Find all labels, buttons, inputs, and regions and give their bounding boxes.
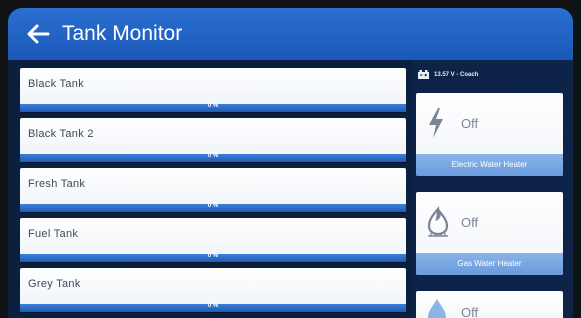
electric-water-heater-card[interactable]: Off Electric Water Heater	[416, 93, 563, 176]
battery-icon	[418, 70, 429, 79]
tank-level-bar: 0 %	[20, 153, 406, 162]
tank-level-text: 0 %	[207, 153, 219, 159]
tank-name: Black Tank	[28, 78, 84, 90]
tank-name: Fresh Tank	[28, 178, 86, 190]
tank-level-bar: 0 %	[20, 203, 406, 212]
tank-name: Grey Tank	[28, 278, 81, 290]
side-panel: 13.57 V - Coach Off Electric Water Heate…	[412, 60, 573, 318]
arrow-left-icon	[27, 24, 50, 44]
battery-voltage: 13.57 V - Coach	[434, 71, 479, 78]
heater-state: Off	[461, 305, 479, 318]
page-title: Tank Monitor	[62, 22, 183, 45]
tank-level-text: 0 %	[207, 203, 219, 209]
tank-level-bar: 0 %	[20, 253, 406, 262]
tank-list: Black Tank 0 % Black Tank 2 0 % Fresh Ta…	[20, 68, 406, 318]
water-drop-icon	[428, 299, 446, 318]
heater-state: Off	[461, 215, 479, 230]
tank-row[interactable]: Fresh Tank 0 %	[20, 168, 406, 212]
tank-level-bar: 0 %	[20, 303, 406, 312]
back-button[interactable]	[18, 14, 58, 54]
header-bar: Tank Monitor	[8, 8, 573, 60]
tank-row[interactable]: Fuel Tank 0 %	[20, 218, 406, 262]
battery-status: 13.57 V - Coach	[418, 70, 478, 79]
tank-level-text: 0 %	[207, 253, 219, 259]
tank-level-text: 0 %	[207, 103, 219, 109]
heater-label: Electric Water Heater	[416, 154, 563, 176]
lightning-icon	[429, 108, 443, 138]
tank-row[interactable]: Black Tank 2 0 %	[20, 118, 406, 162]
water-pump-card[interactable]: Off	[416, 291, 563, 318]
gas-water-heater-card[interactable]: Off Gas Water Heater	[416, 192, 563, 275]
heater-label: Gas Water Heater	[416, 253, 563, 275]
tank-row[interactable]: Grey Tank 0 %	[20, 268, 406, 312]
flame-icon	[427, 206, 449, 237]
screen: Tank Monitor Black Tank 0 % Black Tank 2…	[8, 8, 573, 318]
tank-name: Fuel Tank	[28, 228, 79, 240]
tank-level-text: 0 %	[207, 303, 219, 309]
tank-level-bar: 0 %	[20, 103, 406, 112]
heater-state: Off	[461, 116, 479, 131]
tank-row[interactable]: Black Tank 0 %	[20, 68, 406, 112]
tank-name: Black Tank 2	[28, 128, 94, 140]
